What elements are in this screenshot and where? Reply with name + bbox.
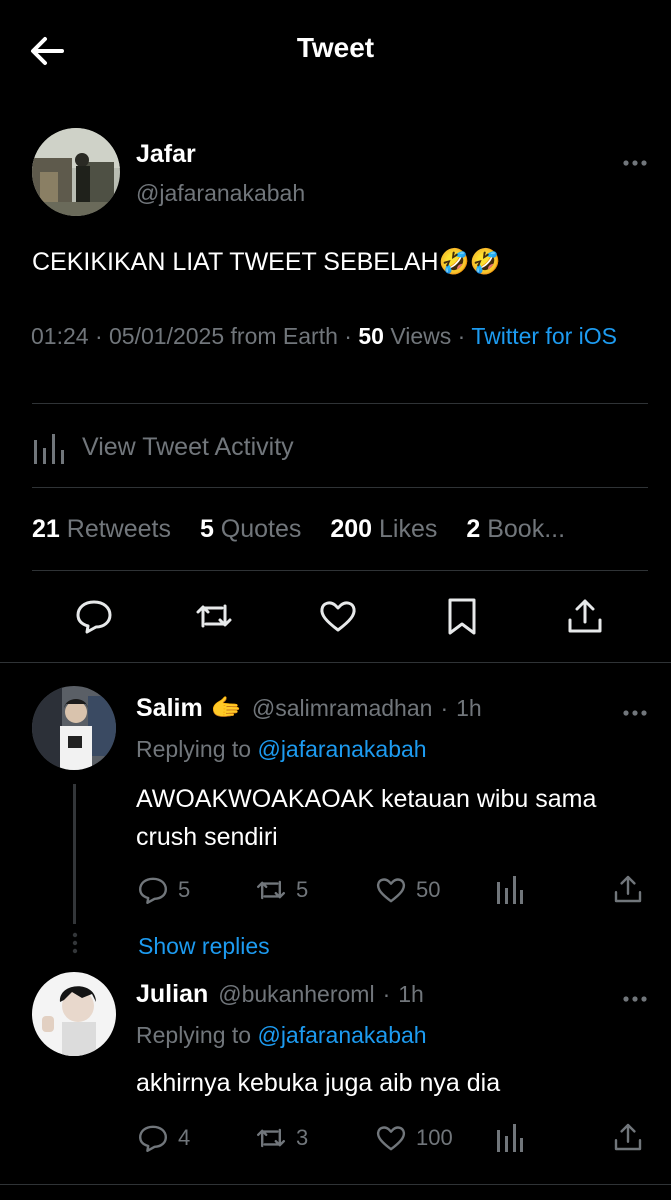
like-button[interactable] [318,596,358,641]
more-options-button[interactable] [622,990,648,1008]
hand-emoji: 🫱 [210,694,242,722]
analytics-icon [497,876,523,904]
like-button[interactable]: 50 [374,874,440,906]
replying-to: Replying to @jafaranakabah [136,1022,427,1048]
views-count: 50 [358,323,384,349]
reply-count: 4 [178,1125,191,1150]
divider [32,487,648,488]
analytics-button[interactable] [496,874,532,904]
replying-to: Replying to @jafaranakabah [136,736,427,762]
reply-button[interactable] [74,596,114,641]
share-icon [568,599,602,633]
author-name[interactable]: Jafar [136,140,196,169]
like-count: 100 [416,1125,453,1150]
retweets-stat[interactable]: 21 Retweets [32,515,171,543]
heart-icon [376,878,406,903]
reply-author-name[interactable]: Julian [136,980,208,1009]
retweet-button[interactable] [194,596,234,641]
tweet-meta: 01:24 · 05/01/2025 from Earth · 50 Views… [31,323,618,349]
divider [0,662,671,663]
more-dots-icon [623,710,647,716]
analytics-icon [34,434,64,464]
heart-icon [376,1126,406,1151]
tweet-date: 05/01/2025 [109,323,225,349]
more-dots-icon [623,160,647,166]
replying-to-handle[interactable]: @jafaranakabah [257,1022,426,1048]
analytics-button[interactable] [496,1122,532,1152]
tweet-location: from Earth [230,323,338,349]
activity-label: View Tweet Activity [82,432,294,461]
thread-line [73,784,76,924]
bookmark-button[interactable] [442,596,482,641]
comment-icon [76,600,112,634]
tweet-text: CEKIKIKAN LIAT TWEET SEBELAH🤣🤣 [32,248,501,276]
comment-icon [139,1125,167,1152]
retweet-icon [196,604,232,628]
separator-dot: · [440,695,449,721]
author-handle[interactable]: @jafaranakabah [136,180,305,207]
share-button[interactable] [612,1120,652,1154]
like-count: 50 [416,877,441,902]
avatar[interactable] [32,128,120,216]
reply-count: 5 [178,877,191,902]
divider [32,570,648,571]
bookmark-icon [448,598,476,635]
reply-author-name[interactable]: Salim [136,694,203,723]
reply-text: AWOAKWOAKAOAK ketauan wibu sama crush se… [136,785,597,851]
reply-author-handle[interactable]: @bukanheroml [218,981,374,1008]
reply-time: 1h [456,695,482,721]
share-button[interactable] [612,872,652,906]
divider [0,1184,671,1185]
retweet-icon [257,880,285,900]
replying-to-handle[interactable]: @jafaranakabah [257,736,426,762]
share-button[interactable] [565,596,605,641]
share-icon [614,1123,642,1151]
client-link[interactable]: Twitter for iOS [471,323,617,349]
reply-button[interactable]: 5 [136,874,190,906]
reply-header: Julian @bukanheroml · 1h [136,980,424,1009]
thread-dots [72,932,78,959]
more-dots-icon [623,996,647,1002]
analytics-icon [497,1124,523,1152]
retweet-icon [257,1128,285,1148]
comment-icon [139,877,167,904]
retweet-count: 3 [296,1125,309,1150]
heart-icon [320,601,356,632]
tweet-time: 01:24 [31,323,89,349]
reply-author-handle[interactable]: @salimramadhan [252,695,433,722]
reply-text: akhirnya kebuka juga aib nya dia [136,1069,501,1097]
show-replies-link[interactable]: Show replies [138,933,270,960]
likes-stat[interactable]: 200 Likes [330,515,437,543]
page-title: Tweet [296,32,375,63]
avatar[interactable] [32,972,116,1056]
engagement-stats: 21 Retweets 5 Quotes 200 Likes 2 Book... [32,515,565,544]
bookmarks-stat[interactable]: 2 Book... [466,515,565,543]
retweet-button[interactable]: 5 [254,874,308,906]
retweet-button[interactable]: 3 [254,1122,308,1154]
retweet-count: 5 [296,877,309,902]
separator-dot: · [382,981,391,1007]
more-options-button[interactable] [622,704,648,722]
more-options-button[interactable] [622,154,648,172]
reply-time: 1h [398,981,424,1007]
rofl-emoji: 🤣🤣 [438,248,501,276]
reply-button[interactable]: 4 [136,1122,190,1154]
divider [32,403,648,404]
share-icon [614,875,642,903]
like-button[interactable]: 100 [374,1122,453,1154]
quotes-stat[interactable]: 5 Quotes [200,515,301,543]
avatar[interactable] [32,686,116,770]
reply-header: Salim 🫱 @salimramadhan · 1h [136,694,482,723]
view-activity-button[interactable]: View Tweet Activity [32,430,294,464]
